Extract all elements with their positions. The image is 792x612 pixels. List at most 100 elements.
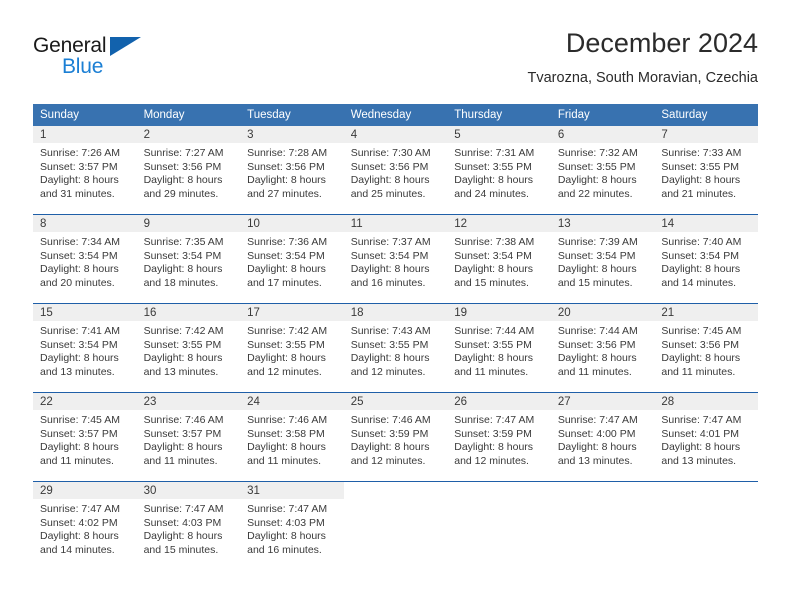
day-cell-inner: 20 Sunrise: 7:44 AM Sunset: 3:56 PM Dayligh… — [550, 304, 655, 392]
day-daylight-text: and 17 minutes. — [247, 276, 322, 289]
day-sunset-text: Sunset: 3:54 PM — [661, 249, 740, 262]
calendar-day-cell[interactable]: 26 Sunrise: 7:47 AM Sunset: 3:59 PM Dayligh… — [447, 392, 551, 482]
day-sunrise-text: Sunrise: 7:37 AM — [350, 236, 431, 248]
day-details: Sunrise: 7:34 AM Sunset: 3:54 PM Daylight:… — [33, 232, 137, 290]
day-number: 15 — [33, 304, 137, 321]
calendar-day-cell[interactable]: 2 Sunrise: 7:27 AM Sunset: 3:56 PM Daylight… — [136, 126, 241, 215]
day-sunrise-text: Sunrise: 7:47 AM — [247, 503, 328, 515]
day-details — [654, 499, 758, 503]
calendar-day-cell[interactable]: 6 Sunrise: 7:32 AM Sunset: 3:55 PM Daylight… — [550, 126, 655, 215]
day-cell-inner: 26 Sunrise: 7:47 AM Sunset: 3:59 PM Dayligh… — [447, 393, 551, 481]
page-header: General Blue December 2024 Tvarozna, Sou… — [33, 28, 758, 98]
day-number: 30 — [136, 482, 241, 499]
day-daylight-text: and 31 minutes. — [40, 187, 115, 200]
calendar-day-cell[interactable]: 25 Sunrise: 7:46 AM Sunset: 3:59 PM Dayligh… — [343, 392, 448, 482]
calendar-day-cell[interactable]: 5 Sunrise: 7:31 AM Sunset: 3:55 PM Daylight… — [447, 126, 551, 215]
day-daylight-text: and 15 minutes. — [454, 276, 529, 289]
calendar-day-cell[interactable]: 4 Sunrise: 7:30 AM Sunset: 3:56 PM Daylight… — [343, 126, 448, 215]
day-daylight-text: Daylight: 8 hours — [350, 174, 430, 187]
calendar-grid: Sunday Monday Tuesday Wednesday Thursday… — [33, 104, 758, 570]
day-details — [447, 499, 551, 503]
day-details: Sunrise: 7:46 AM Sunset: 3:59 PM Daylight:… — [344, 410, 448, 468]
calendar-day-cell[interactable]: 10 Sunrise: 7:36 AM Sunset: 3:54 PM Dayligh… — [240, 214, 344, 304]
calendar-day-cell[interactable]: 1 Sunrise: 7:26 AM Sunset: 3:57 PM Daylight… — [33, 126, 137, 215]
day-sunrise-text: Sunrise: 7:39 AM — [557, 236, 638, 248]
triangle-icon — [110, 37, 141, 56]
day-daylight-text: and 11 minutes. — [143, 454, 218, 467]
day-sunrise-text: Sunrise: 7:47 AM — [661, 414, 742, 426]
calendar-day-cell[interactable]: 24 Sunrise: 7:46 AM Sunset: 3:58 PM Dayligh… — [240, 392, 344, 482]
day-number: 12 — [447, 215, 551, 232]
calendar-day-cell[interactable]: 18 Sunrise: 7:43 AM Sunset: 3:55 PM Dayligh… — [343, 303, 448, 393]
day-daylight-text: Daylight: 8 hours — [661, 352, 741, 365]
day-sunset-text: Sunset: 3:54 PM — [350, 249, 429, 262]
day-daylight-text: Daylight: 8 hours — [40, 441, 119, 454]
day-daylight-text: Daylight: 8 hours — [350, 441, 430, 454]
calendar-day-cell[interactable]: 14 Sunrise: 7:40 AM Sunset: 3:54 PM Dayligh… — [654, 214, 758, 304]
calendar-day-cell[interactable]: 9 Sunrise: 7:35 AM Sunset: 3:54 PM Daylight… — [136, 214, 241, 304]
day-details: Sunrise: 7:40 AM Sunset: 3:54 PM Daylight:… — [654, 232, 758, 290]
calendar-day-cell[interactable]: 21 Sunrise: 7:45 AM Sunset: 3:56 PM Dayligh… — [654, 303, 758, 393]
calendar-day-cell[interactable]: 13 Sunrise: 7:39 AM Sunset: 3:54 PM Dayligh… — [550, 214, 655, 304]
day-number: 24 — [240, 393, 344, 410]
calendar-day-cell[interactable]: 12 Sunrise: 7:38 AM Sunset: 3:54 PM Dayligh… — [447, 214, 551, 304]
day-number: 8 — [33, 215, 137, 232]
day-cell-inner: 27 Sunrise: 7:47 AM Sunset: 4:00 PM Dayligh… — [550, 393, 655, 481]
calendar-day-cell[interactable]: 31 Sunrise: 7:47 AM Sunset: 4:03 PM Dayligh… — [240, 481, 344, 570]
day-number: 18 — [343, 304, 448, 321]
day-details: Sunrise: 7:44 AM Sunset: 3:56 PM Daylight:… — [551, 321, 655, 379]
calendar-day-cell[interactable]: 17 Sunrise: 7:42 AM Sunset: 3:55 PM Dayligh… — [240, 303, 344, 393]
calendar-day-cell[interactable]: 22 Sunrise: 7:45 AM Sunset: 3:57 PM Dayligh… — [33, 392, 137, 482]
day-sunrise-text: Sunrise: 7:42 AM — [247, 325, 328, 337]
day-sunrise-text: Sunrise: 7:27 AM — [143, 147, 224, 159]
day-details: Sunrise: 7:45 AM Sunset: 3:57 PM Daylight:… — [33, 410, 137, 468]
empty-day-cell — [551, 482, 655, 570]
calendar-day-cell[interactable]: 28 Sunrise: 7:47 AM Sunset: 4:01 PM Dayligh… — [654, 392, 758, 482]
general-blue-logo: General Blue — [33, 34, 148, 82]
calendar-day-cell[interactable]: 3 Sunrise: 7:28 AM Sunset: 3:56 PM Daylight… — [240, 126, 344, 215]
calendar-day-cell[interactable]: 20 Sunrise: 7:44 AM Sunset: 3:56 PM Dayligh… — [550, 303, 655, 393]
page-subtitle: Tvarozna, South Moravian, Czechia — [527, 70, 759, 86]
day-number: 4 — [343, 126, 448, 143]
calendar-day-cell[interactable]: 15 Sunrise: 7:41 AM Sunset: 3:54 PM Dayligh… — [33, 303, 137, 393]
day-daylight-text: Daylight: 8 hours — [40, 263, 119, 276]
day-details: Sunrise: 7:30 AM Sunset: 3:56 PM Daylight:… — [344, 143, 448, 201]
empty-day-cell — [447, 482, 551, 570]
calendar-day-cell[interactable]: 16 Sunrise: 7:42 AM Sunset: 3:55 PM Dayligh… — [136, 303, 241, 393]
day-details: Sunrise: 7:44 AM Sunset: 3:55 PM Daylight:… — [447, 321, 551, 379]
day-details: Sunrise: 7:37 AM Sunset: 3:54 PM Daylight:… — [344, 232, 448, 290]
calendar-day-cell[interactable]: 8 Sunrise: 7:34 AM Sunset: 3:54 PM Daylight… — [33, 214, 137, 304]
day-sunset-text: Sunset: 3:55 PM — [557, 160, 636, 173]
day-number: 19 — [447, 304, 551, 321]
empty-day-cell — [344, 482, 448, 570]
day-details: Sunrise: 7:47 AM Sunset: 4:03 PM Daylight:… — [137, 499, 241, 557]
day-daylight-text: Daylight: 8 hours — [40, 352, 119, 365]
day-sunset-text: Sunset: 3:54 PM — [557, 249, 636, 262]
day-sunrise-text: Sunrise: 7:46 AM — [143, 414, 224, 426]
day-sunset-text: Sunset: 3:56 PM — [143, 160, 222, 173]
calendar-day-cell[interactable]: 27 Sunrise: 7:47 AM Sunset: 4:00 PM Dayligh… — [550, 392, 655, 482]
calendar-day-cell[interactable]: 30 Sunrise: 7:47 AM Sunset: 4:03 PM Dayligh… — [136, 481, 241, 570]
weekday-header-saturday: Saturday — [654, 104, 758, 126]
day-number: 9 — [136, 215, 241, 232]
day-number: 1 — [33, 126, 137, 143]
day-details: Sunrise: 7:35 AM Sunset: 3:54 PM Daylight:… — [137, 232, 241, 290]
day-sunrise-text: Sunrise: 7:43 AM — [350, 325, 431, 337]
day-cell-inner: 10 Sunrise: 7:36 AM Sunset: 3:54 PM Dayligh… — [240, 215, 344, 303]
calendar-day-cell[interactable]: 29 Sunrise: 7:47 AM Sunset: 4:02 PM Dayligh… — [33, 481, 137, 570]
calendar-table: Sunday Monday Tuesday Wednesday Thursday… — [33, 104, 758, 570]
calendar-day-cell[interactable]: 11 Sunrise: 7:37 AM Sunset: 3:54 PM Dayligh… — [343, 214, 448, 304]
calendar-day-cell[interactable]: 7 Sunrise: 7:33 AM Sunset: 3:55 PM Daylight… — [654, 126, 758, 215]
day-daylight-text: Daylight: 8 hours — [247, 263, 326, 276]
day-sunrise-text: Sunrise: 7:26 AM — [40, 147, 120, 159]
calendar-week-row: 29 Sunrise: 7:47 AM Sunset: 4:02 PM Dayligh… — [33, 481, 758, 570]
day-details: Sunrise: 7:42 AM Sunset: 3:55 PM Daylight:… — [240, 321, 344, 379]
day-sunset-text: Sunset: 3:56 PM — [661, 338, 740, 351]
calendar-week-row: 1 Sunrise: 7:26 AM Sunset: 3:57 PM Daylight… — [33, 126, 758, 215]
day-daylight-text: and 11 minutes. — [247, 454, 322, 467]
day-sunrise-text: Sunrise: 7:32 AM — [557, 147, 638, 159]
day-sunset-text: Sunset: 4:03 PM — [247, 516, 325, 529]
calendar-day-cell[interactable]: 19 Sunrise: 7:44 AM Sunset: 3:55 PM Dayligh… — [447, 303, 551, 393]
day-details: Sunrise: 7:32 AM Sunset: 3:55 PM Daylight:… — [551, 143, 655, 201]
calendar-day-cell[interactable]: 23 Sunrise: 7:46 AM Sunset: 3:57 PM Dayligh… — [136, 392, 241, 482]
